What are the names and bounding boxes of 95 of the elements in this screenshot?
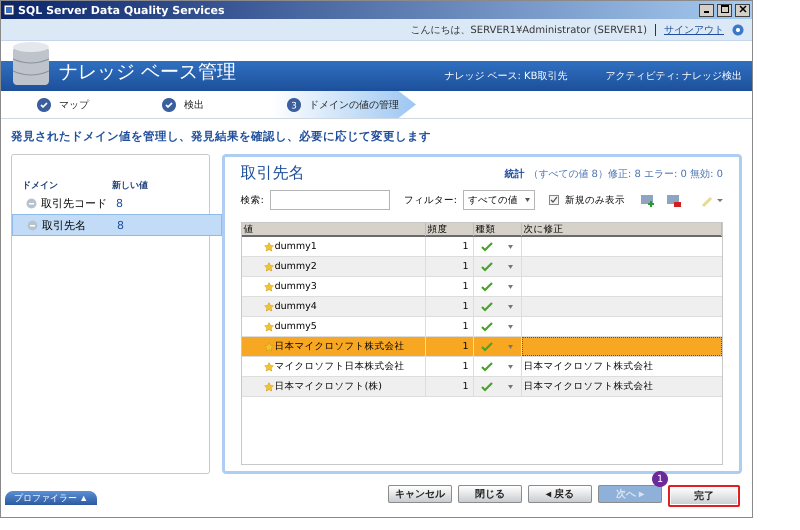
dropdown-arrow-icon (525, 198, 530, 202)
value-cell: 日本マイクロソフト株式会社 (274, 340, 405, 353)
table-row[interactable]: dummy5 1 (242, 317, 722, 337)
check-icon (481, 242, 494, 252)
table-row[interactable]: 日本マイクロソフト(株) 1 日本マイクロソフト株式会社 (242, 377, 722, 397)
step-number-icon: 3 (287, 98, 301, 112)
check-icon (481, 322, 494, 332)
value-cell: dummy3 (274, 281, 317, 292)
column-header: 種類 (474, 223, 522, 236)
table-row[interactable]: dummy4 1 (242, 297, 722, 317)
help-icon[interactable] (732, 24, 744, 36)
check-icon (481, 382, 494, 392)
check-icon (481, 342, 494, 352)
star-icon (264, 282, 274, 292)
star-icon (264, 362, 274, 372)
filter-label: フィルター: (404, 194, 457, 206)
check-icon (481, 262, 494, 272)
domain-item[interactable]: 取引先コード 8 (12, 192, 209, 214)
correct-to-cell: 日本マイクロソフト株式会社 (524, 380, 654, 393)
table-row[interactable]: マイクロソフト日本株式会社 1 日本マイクロソフト株式会社 (242, 357, 722, 377)
check-icon (481, 282, 494, 292)
value-cell: dummy1 (274, 241, 317, 252)
instruction-text: 発見されたドメイン値を管理し、発見結果を確認し、必要に応じて変更します (10, 128, 432, 145)
dropdown-arrow-icon[interactable] (508, 244, 514, 248)
frequency-cell: 1 (426, 337, 474, 356)
dropdown-arrow-icon[interactable] (508, 324, 514, 328)
wizard-step[interactable]: 検出 (146, 91, 271, 118)
filter-dropdown[interactable]: すべての値 (463, 190, 535, 210)
star-icon (264, 322, 274, 332)
dropdown-arrow-icon[interactable] (508, 284, 514, 288)
dropdown-arrow-icon[interactable] (508, 384, 514, 388)
close-button[interactable] (735, 4, 750, 16)
column-header: 頻度 (426, 223, 474, 236)
check-circle-icon (162, 98, 176, 112)
new-only-label: 新規のみ表示 (565, 194, 625, 206)
star-icon (264, 302, 274, 312)
table-row[interactable]: 日本マイクロソフト株式会社 1 (242, 337, 722, 357)
sign-out-link[interactable]: サインアウト (664, 22, 724, 36)
value-cell: dummy5 (274, 321, 317, 332)
page-title: ナレッジ ベース管理 (59, 60, 238, 85)
profiler-tab[interactable]: プロファイラー ▲ (5, 491, 97, 505)
correct-to-cell: 日本マイクロソフト株式会社 (524, 360, 654, 373)
wizard-button[interactable]: キャンセル (388, 485, 452, 503)
frequency-cell: 1 (426, 237, 474, 256)
statistics-text: 統計 （すべての値 8）修正: 8 エラー: 0 無効: 0 (504, 168, 723, 180)
check-icon (481, 302, 494, 312)
column-header: 値 (242, 223, 426, 236)
frequency-cell: 1 (426, 277, 474, 296)
minimize-button[interactable] (699, 4, 714, 16)
wizard-step[interactable]: マップ (21, 91, 146, 118)
dropdown-arrow-icon[interactable] (508, 304, 514, 308)
window-title: SQL Server Data Quality Services (18, 4, 226, 16)
close-icon (738, 5, 746, 13)
maximize-button[interactable] (717, 4, 732, 16)
value-cell: dummy2 (274, 261, 317, 272)
column-header: ドメイン (22, 180, 59, 192)
wizard-button[interactable]: 閉じる (458, 485, 522, 503)
knowledge-base-label: ナレッジ ベース: KB取引先 (444, 70, 568, 83)
domain-title: 取引先名 (240, 163, 305, 184)
search-field[interactable] (270, 190, 390, 210)
domain-icon (26, 198, 37, 208)
wizard-button[interactable]: ◂ 戻る (528, 485, 592, 503)
star-icon (264, 342, 274, 352)
value-cell: マイクロソフト日本株式会社 (274, 360, 405, 373)
check-icon (481, 362, 494, 372)
frequency-cell: 1 (426, 317, 474, 336)
greeting-text: こんにちは、SERVER1¥Administrator (SERVER1) (410, 24, 647, 36)
value-cell: dummy4 (274, 301, 317, 312)
table-row[interactable]: dummy2 1 (242, 257, 722, 277)
column-header: 次に修正 (522, 223, 722, 236)
dropdown-arrow-icon[interactable] (508, 264, 514, 268)
domain-item[interactable]: 取引先名 8 (12, 214, 222, 236)
maximize-icon (720, 5, 728, 13)
frequency-cell: 1 (426, 297, 474, 316)
delete-value-icon[interactable] (667, 194, 681, 206)
add-value-icon[interactable] (641, 194, 655, 206)
activity-label: アクティビティ: ナレッジ検出 (605, 70, 742, 83)
table-row[interactable]: dummy3 1 (242, 277, 722, 297)
dropdown-arrow-icon[interactable] (508, 364, 514, 368)
dropdown-arrow-icon[interactable] (508, 344, 514, 348)
new-only-checkbox[interactable] (549, 195, 559, 205)
check-circle-icon (37, 98, 51, 112)
star-icon (264, 262, 274, 272)
wizard-button[interactable]: 完了 (668, 485, 740, 507)
frequency-cell: 1 (426, 257, 474, 276)
table-row[interactable]: dummy1 1 (242, 237, 722, 257)
app-icon (3, 4, 15, 16)
frequency-cell: 1 (426, 357, 474, 376)
domain-icon (27, 220, 38, 230)
star-icon (264, 382, 274, 392)
search-label: 検索: (240, 194, 264, 206)
value-cell: 日本マイクロソフト(株) (274, 380, 382, 393)
frequency-cell: 1 (426, 377, 474, 396)
star-icon (264, 242, 274, 252)
column-header: 新しい値 (112, 179, 149, 192)
